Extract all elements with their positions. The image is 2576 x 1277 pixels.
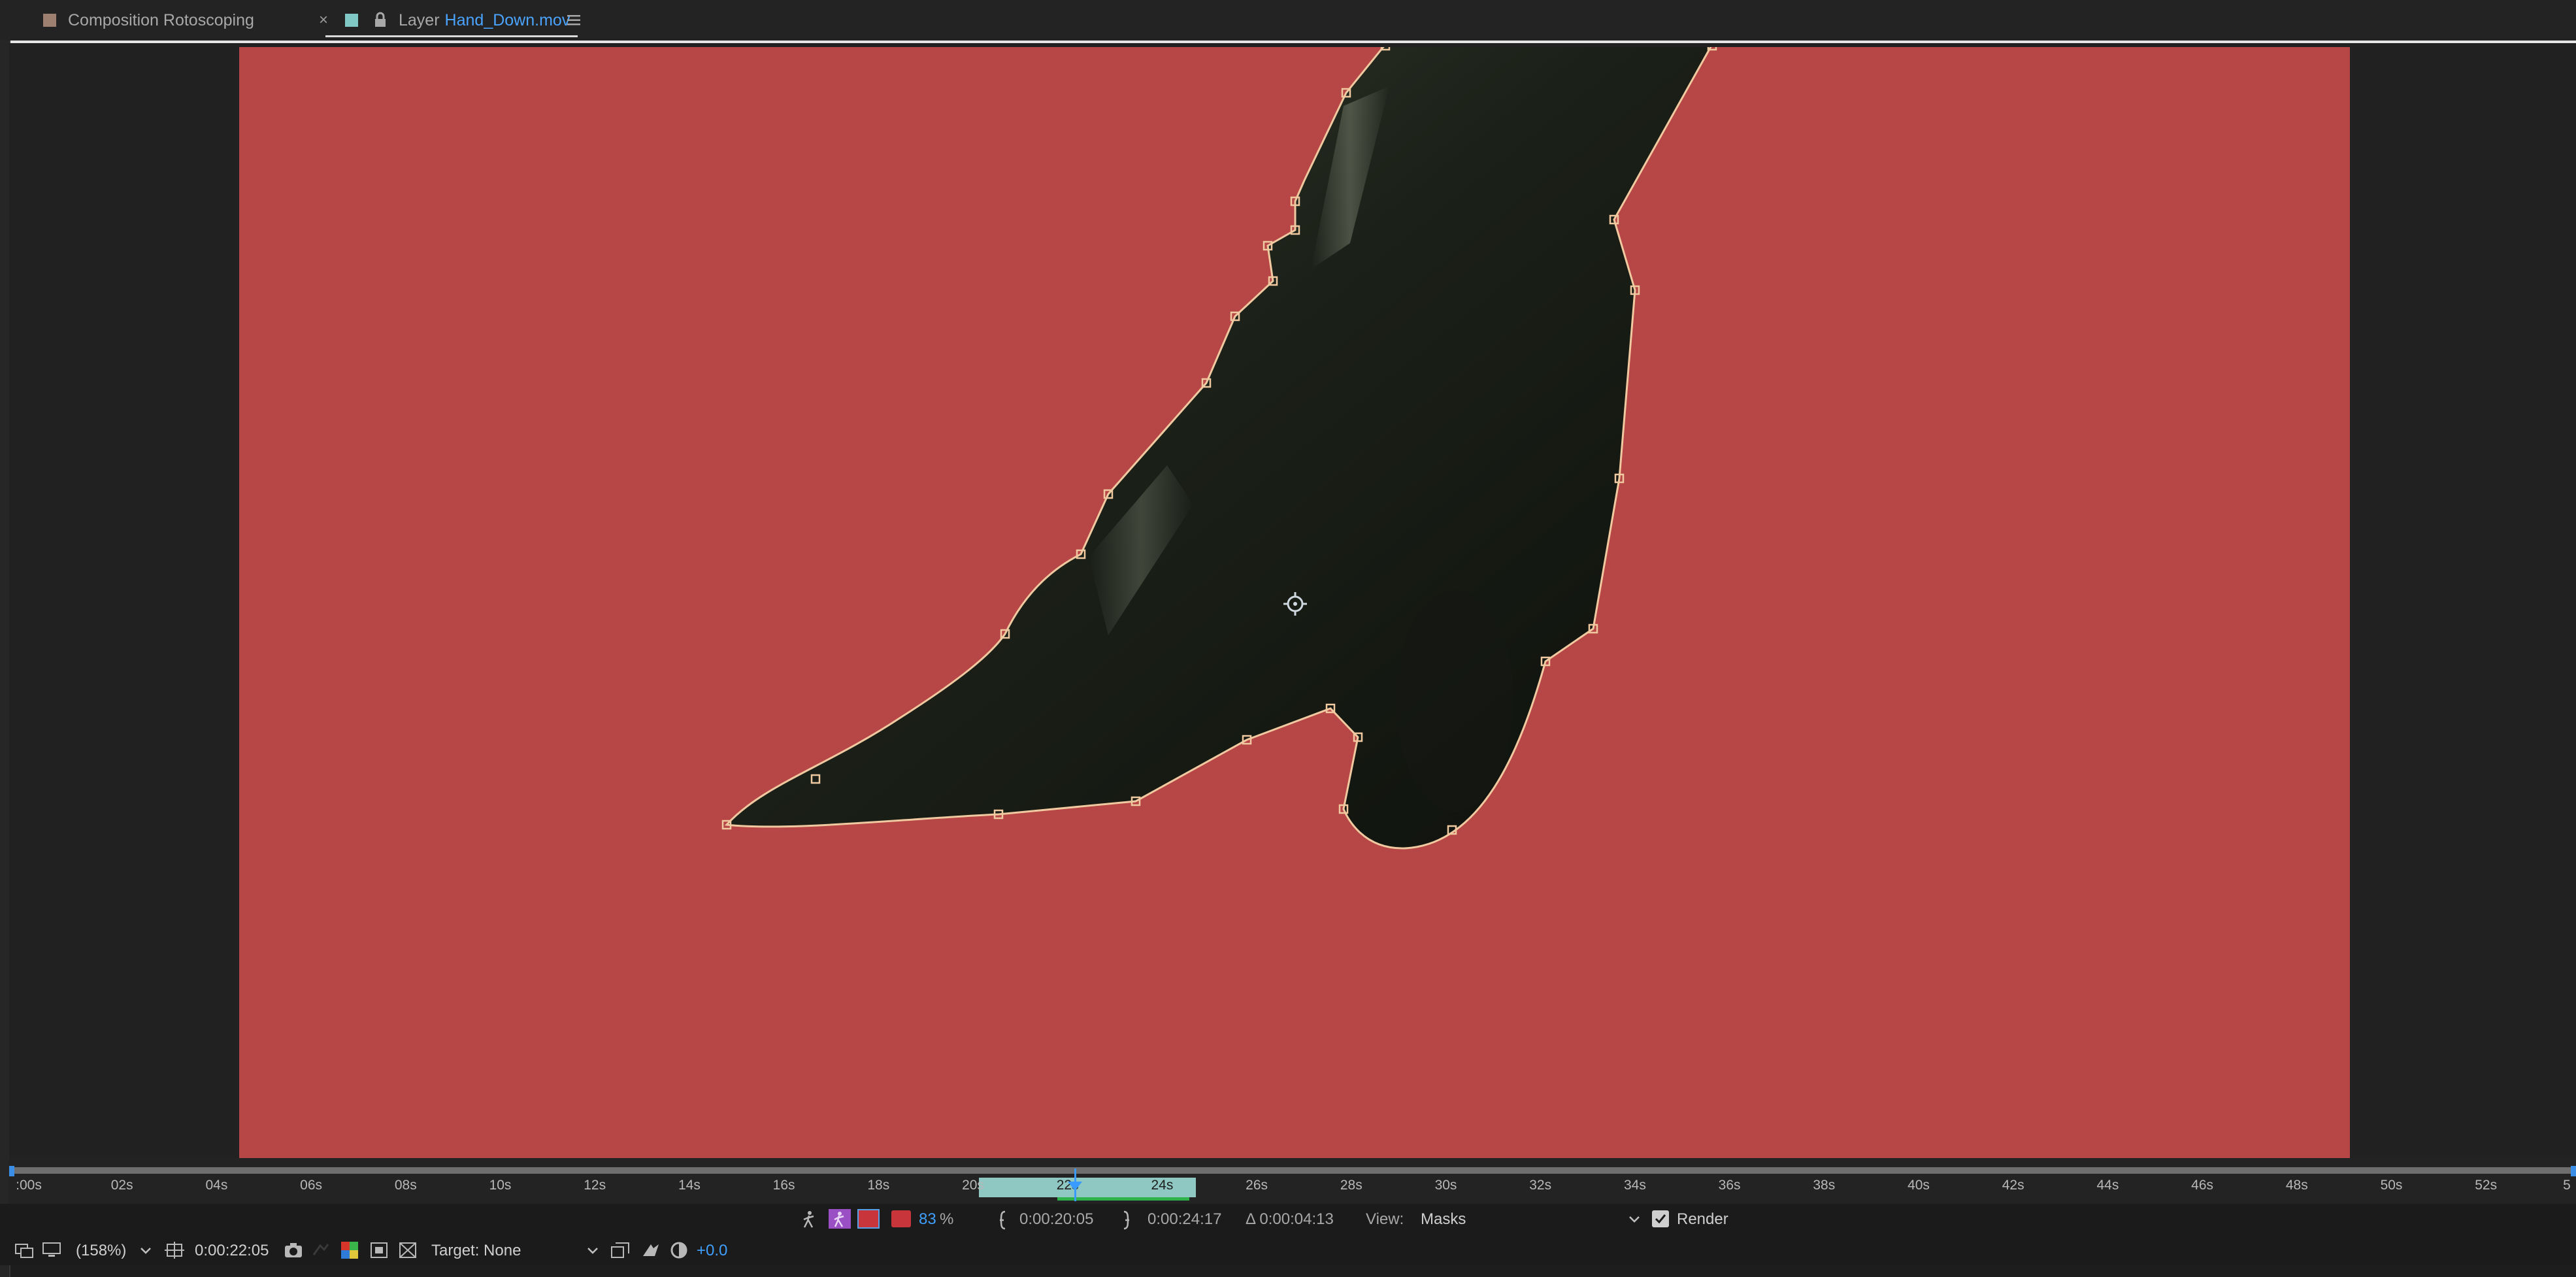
overlay-color-swatch[interactable] (891, 1210, 911, 1227)
time-ruler-tick-label: 30s (1434, 1178, 1457, 1193)
tab-layer-prefix: Layer (399, 10, 440, 29)
time-ruler-tick-label: 18s (867, 1178, 890, 1193)
layer-color-chip (345, 14, 358, 27)
current-time[interactable]: 0:00:22:05 (195, 1242, 269, 1260)
time-ruler-tick-label: 02s (110, 1178, 133, 1193)
composition-color-chip (43, 14, 56, 27)
toggle-mask-visibility-icon[interactable] (399, 1242, 417, 1259)
tab-composition[interactable]: Composition Rotoscoping (43, 0, 254, 41)
navigator-start-handle[interactable] (9, 1166, 14, 1176)
monitor-icon[interactable] (42, 1242, 61, 1259)
chevron-down-icon[interactable] (587, 1247, 599, 1255)
boot-heel-shadow (1396, 589, 1513, 812)
time-ruler-tick-label: 20s (962, 1178, 984, 1193)
view-dropdown[interactable]: Masks (1417, 1208, 1644, 1230)
chevron-down-icon (1629, 1216, 1640, 1223)
set-out-point-icon[interactable] (1121, 1210, 1131, 1230)
footage-frame[interactable] (239, 47, 2350, 1158)
alpha-overlay-icon[interactable] (829, 1209, 851, 1229)
zoom-value[interactable]: (158%) (76, 1242, 126, 1260)
time-ruler-tick-label: 26s (1246, 1178, 1268, 1193)
tab-layer[interactable]: Layer Hand_Down.mov (345, 0, 570, 41)
overlay-opacity-unit: % (940, 1210, 954, 1228)
time-ruler-tick-label: :00s (16, 1178, 42, 1193)
current-time-indicator-head[interactable] (1068, 1182, 1082, 1191)
time-ruler-tick-label: 5 (2563, 1178, 2571, 1193)
time-ruler-tick-label: 46s (2191, 1178, 2214, 1193)
time-ruler-tick-label: 10s (489, 1178, 512, 1193)
time-ruler-tick-label: 06s (300, 1178, 323, 1193)
roto-brush-icon[interactable] (801, 1210, 817, 1229)
in-point-time[interactable]: 0:00:20:05 (1019, 1210, 1093, 1229)
time-ruler-tick-label: 04s (205, 1178, 228, 1193)
time-ruler-tick-label: 14s (678, 1178, 701, 1193)
time-ruler-tick-label: 12s (584, 1178, 606, 1193)
fast-previews-icon[interactable] (640, 1242, 660, 1259)
viewer-controls-bar: (158%) 0:00:22:05 Target: None +0.0 (0, 1235, 2576, 1265)
show-snapshot-icon[interactable] (311, 1242, 331, 1259)
exposure-value[interactable]: +0.0 (697, 1242, 727, 1260)
tab-composition-label: Composition Rotoscoping (68, 10, 254, 29)
time-ruler-tick-label: 24s (1151, 1178, 1174, 1193)
close-tab-icon[interactable]: × (319, 11, 328, 29)
lock-icon[interactable] (372, 12, 388, 29)
target-dropdown-label[interactable]: Target: None (431, 1242, 521, 1260)
time-ruler-tick-label: 48s (2285, 1178, 2308, 1193)
time-ruler-tick-label: 28s (1340, 1178, 1362, 1193)
transparency-grid-icon[interactable] (370, 1242, 388, 1259)
time-ruler-tick-label: 52s (2475, 1178, 2498, 1193)
region-of-interest-icon[interactable] (165, 1240, 184, 1260)
layer-controls-bar: 83 % 0:00:20:05 0:00:24:17 Δ 0:00:04:13 … (0, 1204, 2576, 1235)
time-ruler-tick-label: 44s (2096, 1178, 2119, 1193)
overlay-opacity-value[interactable]: 83 (919, 1210, 936, 1229)
time-ruler-tick-label: 32s (1529, 1178, 1552, 1193)
time-ruler-tick-label: 16s (772, 1178, 795, 1193)
time-ruler-tick-label: 40s (1907, 1178, 1930, 1193)
out-point-time[interactable]: 0:00:24:17 (1148, 1210, 1221, 1229)
time-ruler-tick-label: 42s (2002, 1178, 2024, 1193)
alpha-boundary-icon[interactable] (857, 1209, 880, 1229)
panel-tab-bar: Composition Rotoscoping × Layer Hand_Dow… (0, 0, 2576, 41)
checkmark-icon (1655, 1214, 1666, 1224)
snapshot-icon[interactable] (284, 1242, 303, 1259)
navigator-end-handle[interactable] (2571, 1166, 2576, 1176)
time-ruler[interactable]: :00s 02s 04s 06s 08s 10s 12s 14s 16s 18s 20s 22s 24s… (9, 1158, 2576, 1204)
time-ruler-tick-label: 08s (394, 1178, 417, 1193)
toggle-guides-icon[interactable] (610, 1242, 630, 1259)
color-channels-icon[interactable] (340, 1240, 359, 1260)
time-navigator-bar[interactable] (12, 1167, 2573, 1174)
time-ruler-tick-label: 38s (1813, 1178, 1836, 1193)
time-ruler-tick-label: 50s (2380, 1178, 2403, 1193)
render-label: Render (1677, 1210, 1728, 1228)
view-label: View: (1366, 1210, 1404, 1228)
duration-time: Δ 0:00:04:13 (1246, 1210, 1334, 1228)
render-checkbox[interactable] (1652, 1210, 1669, 1227)
time-ruler-tick-label: 34s (1623, 1178, 1646, 1193)
panel-menu-icon[interactable] (567, 14, 580, 26)
active-tab-underline (325, 35, 578, 37)
reset-exposure-icon[interactable] (669, 1240, 689, 1260)
set-in-point-icon[interactable] (999, 1210, 1008, 1230)
view-dropdown-value: Masks (1421, 1210, 1466, 1228)
tab-layer-name[interactable]: Hand_Down.mov (445, 11, 570, 30)
cache-indicator (1057, 1197, 1189, 1201)
chevron-down-icon[interactable] (140, 1247, 152, 1255)
time-ruler-tick-label: 36s (1718, 1178, 1741, 1193)
always-preview-icon[interactable] (14, 1243, 34, 1259)
